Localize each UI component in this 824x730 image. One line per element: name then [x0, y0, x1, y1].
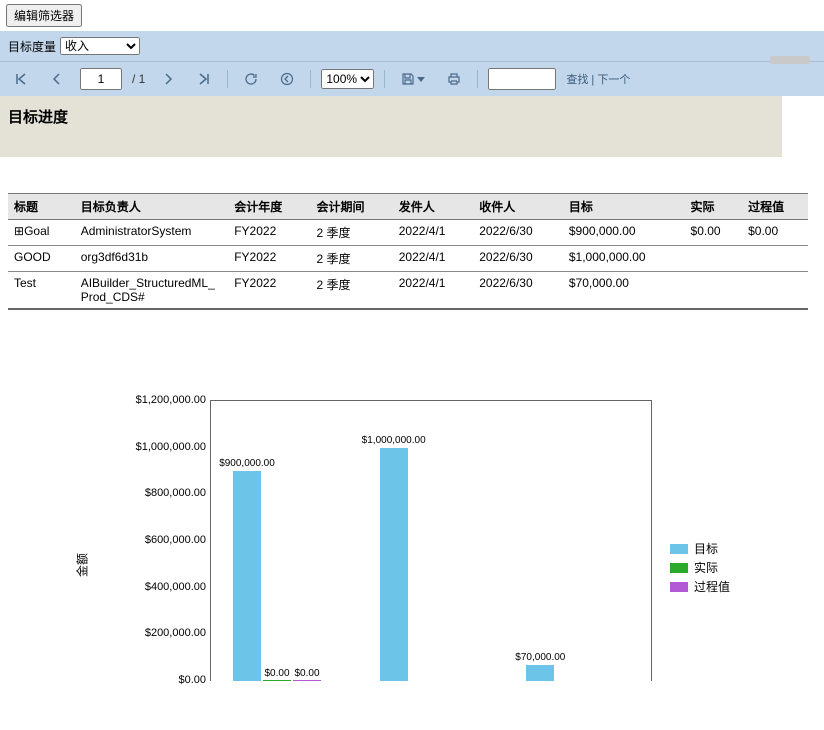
- plot-area: $900,000.00 $0.00 $0.00 $1,000,000.00 $70,00…: [210, 400, 652, 681]
- col-inprogress: 过程值: [742, 194, 808, 220]
- first-page-button[interactable]: [8, 68, 34, 90]
- bar: [233, 471, 261, 681]
- legend-item: 过程值: [670, 578, 730, 595]
- next-page-button[interactable]: [155, 68, 181, 90]
- bar: [526, 665, 554, 681]
- report-title: 目标进度: [0, 96, 782, 157]
- refresh-button[interactable]: [238, 68, 264, 90]
- legend-item: 实际: [670, 559, 730, 576]
- resize-handle[interactable]: [770, 56, 810, 64]
- col-target: 目标: [563, 194, 685, 220]
- col-title: 标题: [8, 194, 75, 220]
- report-toolbar: / 1 100% 查找 | 下一个: [0, 61, 824, 96]
- last-page-button[interactable]: [191, 68, 217, 90]
- legend-swatch: [670, 563, 688, 573]
- expand-icon[interactable]: ⊞: [14, 225, 24, 239]
- measure-select[interactable]: 收入: [60, 37, 140, 55]
- bar: [380, 448, 408, 681]
- chevron-down-icon: [417, 77, 425, 82]
- col-to: 收件人: [473, 194, 563, 220]
- legend-swatch: [670, 544, 688, 554]
- col-period: 会计期间: [310, 194, 392, 220]
- page-total: / 1: [132, 72, 145, 86]
- table-row[interactable]: GOODorg3df6d31bFY20222 季度2022/4/12022/6/…: [8, 246, 808, 272]
- data-table: 标题 目标负责人 会计年度 会计期间 发件人 收件人 目标 实际 过程值 ⊞Go…: [8, 193, 808, 310]
- y-axis-label: 金额: [74, 553, 91, 577]
- bar-value-label: $1,000,000.00: [362, 435, 426, 446]
- edit-filter-button[interactable]: 编辑筛选器: [6, 4, 82, 27]
- col-fy: 会计年度: [228, 194, 310, 220]
- search-input[interactable]: [488, 68, 556, 90]
- zoom-select[interactable]: 100%: [321, 69, 374, 89]
- save-button[interactable]: [395, 68, 431, 90]
- legend: 目标实际过程值: [670, 540, 730, 597]
- y-tick-label: $200,000.00: [106, 627, 206, 639]
- y-tick-label: $600,000.00: [106, 534, 206, 546]
- col-owner: 目标负责人: [75, 194, 229, 220]
- bar-value-label: $0.00: [294, 668, 319, 679]
- chart: 金额 $0.00$200,000.00$400,000.00$600,000.0…: [80, 400, 780, 730]
- table-row[interactable]: TestAIBuilder_StructuredML_Prod_CDS#FY20…: [8, 272, 808, 310]
- legend-label: 过程值: [694, 578, 730, 595]
- y-tick-label: $400,000.00: [106, 581, 206, 593]
- bar: [293, 680, 321, 681]
- y-tick-label: $1,200,000.00: [106, 394, 206, 406]
- col-from: 发件人: [393, 194, 473, 220]
- search-links[interactable]: 查找 | 下一个: [566, 71, 630, 87]
- filter-label: 目标度量: [8, 38, 56, 55]
- bar: [263, 680, 291, 681]
- y-tick-label: $1,000,000.00: [106, 441, 206, 453]
- prev-page-button[interactable]: [44, 68, 70, 90]
- legend-swatch: [670, 582, 688, 592]
- page-input[interactable]: [80, 68, 122, 90]
- back-button[interactable]: [274, 68, 300, 90]
- print-button[interactable]: [441, 68, 467, 90]
- col-actual: 实际: [685, 194, 743, 220]
- table-row[interactable]: ⊞GoalAdministratorSystemFY20222 季度2022/4…: [8, 220, 808, 246]
- y-tick-label: $0.00: [106, 674, 206, 686]
- legend-label: 实际: [694, 559, 718, 576]
- legend-item: 目标: [670, 540, 730, 557]
- bar-value-label: $70,000.00: [515, 652, 565, 663]
- bar-value-label: $0.00: [264, 668, 289, 679]
- y-tick-label: $800,000.00: [106, 487, 206, 499]
- legend-label: 目标: [694, 540, 718, 557]
- bar-value-label: $900,000.00: [219, 458, 275, 469]
- filter-bar: 目标度量 收入: [0, 31, 824, 61]
